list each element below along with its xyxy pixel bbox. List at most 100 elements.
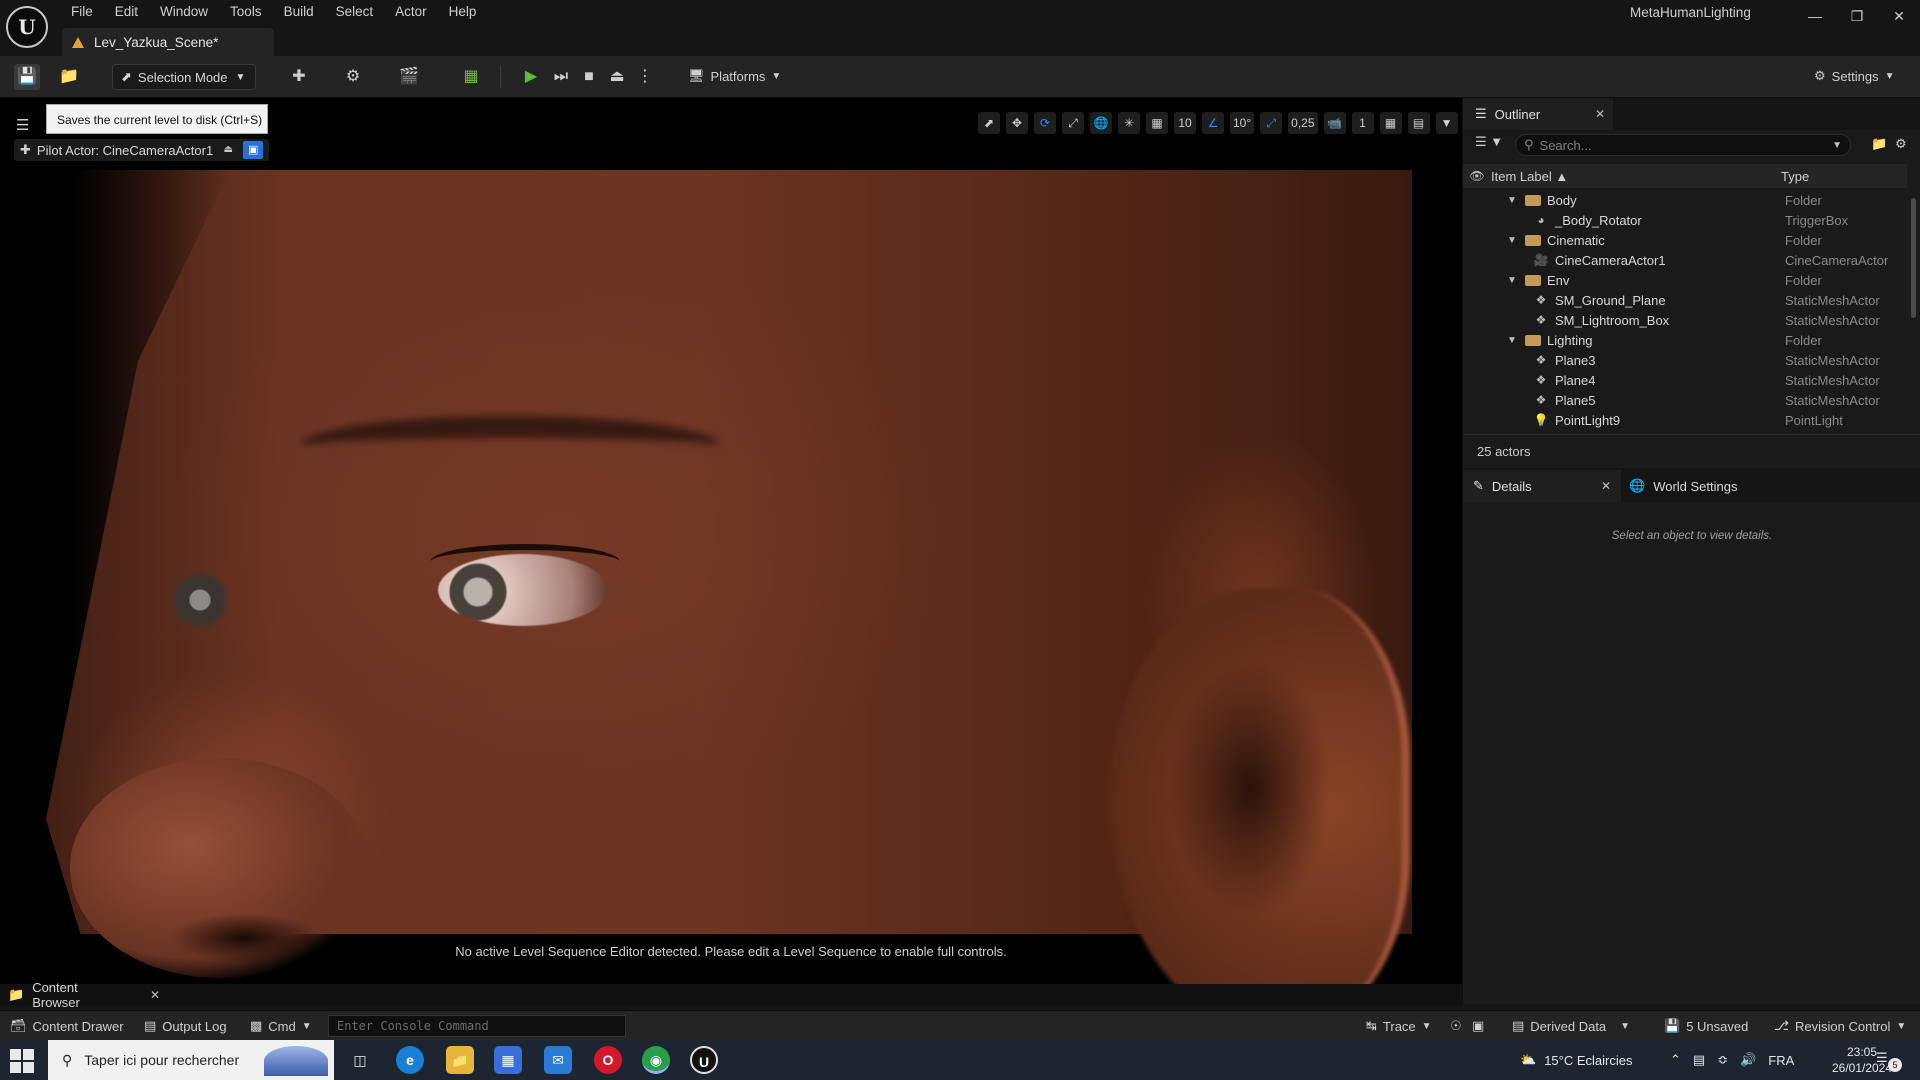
translate-tool-icon[interactable]: ✥: [1006, 112, 1028, 134]
wifi-icon[interactable]: ≎: [1717, 1052, 1728, 1068]
close-window-icon[interactable]: ✕: [1884, 4, 1914, 28]
taskbar-search-input[interactable]: ⚲ Taper ici pour rechercher: [48, 1040, 334, 1080]
record-icon[interactable]: ☉: [1450, 1018, 1462, 1034]
layout-icon[interactable]: ▦: [1379, 112, 1402, 134]
outliner-settings-icon[interactable]: ⚙: [1895, 136, 1907, 152]
list-item[interactable]: ❖ Plane5 StaticMeshActor: [1463, 390, 1907, 410]
outliner-search-input[interactable]: ⚲ Search... ▼: [1515, 134, 1851, 156]
rotation-snap-icon[interactable]: ∠: [1202, 112, 1224, 134]
camera-lock-icon[interactable]: ▣: [243, 141, 264, 159]
close-icon[interactable]: ✕: [150, 988, 160, 1002]
settings-button[interactable]: ⚙ Settings ▼: [1814, 68, 1895, 84]
scale-tool-icon[interactable]: ⤢: [1062, 112, 1084, 134]
screenshot-icon[interactable]: ▣: [1472, 1018, 1484, 1034]
device-icon[interactable]: ▤: [1693, 1052, 1705, 1068]
notifications-icon[interactable]: ☰ 5: [1876, 1050, 1902, 1072]
list-item[interactable]: ▼ Body Folder: [1463, 190, 1907, 210]
language-indicator[interactable]: FRA: [1768, 1053, 1794, 1068]
filter-icon[interactable]: ☰ ▼: [1475, 134, 1503, 150]
camera-speed-icon[interactable]: 📹: [1323, 112, 1346, 134]
surface-snap-icon[interactable]: ✳: [1118, 112, 1140, 134]
menu-select[interactable]: Select: [325, 2, 385, 22]
unsaved-button[interactable]: 💾 5 Unsaved: [1664, 1018, 1748, 1034]
visibility-icon[interactable]: 👁: [1463, 169, 1491, 183]
chrome-icon[interactable]: ◉: [642, 1046, 670, 1074]
menu-file[interactable]: File: [60, 2, 104, 22]
level-tab[interactable]: Lev_Yazkua_Scene*: [62, 28, 274, 56]
task-view-icon[interactable]: ◫: [346, 1046, 374, 1074]
cinematics-icon[interactable]: 🎬: [398, 66, 420, 88]
cmd-dropdown[interactable]: ▩ Cmd ▼: [250, 1018, 312, 1034]
menu-actor[interactable]: Actor: [384, 2, 438, 22]
menu-tools[interactable]: Tools: [219, 2, 273, 22]
output-log-button[interactable]: ▤ Output Log: [144, 1018, 227, 1034]
world-local-icon[interactable]: 🌐: [1090, 112, 1112, 134]
eject-icon[interactable]: ⏏: [606, 66, 628, 88]
unreal-logo-icon[interactable]: U: [6, 6, 48, 48]
menu-build[interactable]: Build: [273, 2, 325, 22]
advance-frame-icon[interactable]: ⏭: [550, 66, 572, 88]
derived-data-button[interactable]: ▤ Derived Data ▼: [1512, 1018, 1630, 1034]
scale-snap-value[interactable]: 0,25: [1288, 112, 1318, 134]
list-item[interactable]: ◕ _Body_Rotator TriggerBox: [1463, 210, 1907, 230]
chevron-down-icon[interactable]: ▼: [1435, 112, 1458, 134]
outliner-scrollbar[interactable]: [1911, 198, 1916, 318]
chevron-down-icon[interactable]: ▼: [1832, 140, 1842, 151]
expand-arrow-icon[interactable]: ▼: [1507, 235, 1519, 246]
add-folder-icon[interactable]: 📁: [1871, 136, 1887, 152]
browse-level-icon[interactable]: 📁: [58, 66, 80, 88]
add-actor-icon[interactable]: ✚: [288, 66, 310, 88]
list-item[interactable]: ▼ Env Folder: [1463, 270, 1907, 290]
content-browser-tab[interactable]: 📁 Content Browser ✕: [0, 980, 160, 1010]
modes-icon[interactable]: ▦: [460, 66, 482, 88]
expand-arrow-icon[interactable]: ▼: [1507, 195, 1519, 206]
list-item[interactable]: ❖ SM_Lightroom_Box StaticMeshActor: [1463, 310, 1907, 330]
platforms-button[interactable]: 🖥 Platforms ▼: [688, 68, 781, 84]
list-item[interactable]: ▼ Lighting Folder: [1463, 330, 1907, 350]
menu-edit[interactable]: Edit: [104, 2, 149, 22]
expand-arrow-icon[interactable]: ▼: [1507, 275, 1519, 286]
save-icon[interactable]: 💾: [14, 64, 40, 90]
restore-icon[interactable]: ❐: [1842, 4, 1872, 28]
selection-mode-dropdown[interactable]: ⬈ Selection Mode ▼: [112, 64, 256, 90]
list-item[interactable]: ❖ Plane4 StaticMeshActor: [1463, 370, 1907, 390]
console-input[interactable]: Enter Console Command: [328, 1015, 626, 1037]
close-icon[interactable]: ✕: [1595, 107, 1605, 121]
level-viewport[interactable]: ☰ ✚ Pilot Actor: CineCameraActor1 ⏏ ▣ ⬈ …: [0, 98, 1462, 990]
close-icon[interactable]: ✕: [1601, 479, 1611, 493]
camera-speed-value[interactable]: 1: [1351, 112, 1374, 134]
stop-icon[interactable]: ■: [578, 66, 600, 88]
content-drawer-button[interactable]: 🗃 Content Drawer: [10, 1018, 124, 1034]
viewport-layout-icon[interactable]: ▤: [1407, 112, 1430, 134]
outliner-tab[interactable]: ☰ Outliner ✕: [1463, 98, 1613, 130]
viewport-menu-icon[interactable]: ☰: [16, 116, 38, 136]
weather-widget[interactable]: ⛅ 15°C Eclaircies: [1520, 1040, 1632, 1080]
minimize-icon[interactable]: —: [1800, 4, 1830, 28]
more-options-icon[interactable]: ⋮: [634, 66, 656, 88]
grid-snap-value[interactable]: 10: [1174, 112, 1196, 134]
chevron-up-icon[interactable]: ⌃: [1670, 1052, 1681, 1068]
blueprint-icon[interactable]: ⚙: [342, 66, 364, 88]
rotation-snap-value[interactable]: 10°: [1230, 112, 1255, 134]
list-item[interactable]: ❖ SM_Ground_Plane StaticMeshActor: [1463, 290, 1907, 310]
menu-window[interactable]: Window: [149, 2, 219, 22]
menu-help[interactable]: Help: [438, 2, 488, 22]
edge-icon[interactable]: e: [396, 1046, 424, 1074]
col-type[interactable]: Type: [1781, 169, 1809, 184]
details-tab[interactable]: ✎ Details ✕: [1463, 470, 1621, 502]
store-icon[interactable]: ▦: [494, 1046, 522, 1074]
select-tool-icon[interactable]: ⬈: [978, 112, 1000, 134]
eject-pilot-icon[interactable]: ⏏: [219, 141, 237, 159]
list-item[interactable]: ▼ Cinematic Folder: [1463, 230, 1907, 250]
windows-start-icon[interactable]: [8, 1048, 36, 1074]
file-explorer-icon[interactable]: 📁: [446, 1046, 474, 1074]
list-item[interactable]: 💡 PointLight9 PointLight: [1463, 410, 1907, 430]
grid-snap-icon[interactable]: ▦: [1146, 112, 1168, 134]
expand-arrow-icon[interactable]: ▼: [1507, 335, 1519, 346]
revision-control-button[interactable]: ⎇ Revision Control ▼: [1774, 1018, 1906, 1034]
rotate-tool-icon[interactable]: ⟳: [1034, 112, 1056, 134]
volume-icon[interactable]: 🔊: [1740, 1052, 1756, 1068]
scale-snap-icon[interactable]: ⤢: [1260, 112, 1283, 134]
unreal-engine-icon[interactable]: U: [690, 1046, 718, 1074]
mail-icon[interactable]: ✉: [544, 1046, 572, 1074]
